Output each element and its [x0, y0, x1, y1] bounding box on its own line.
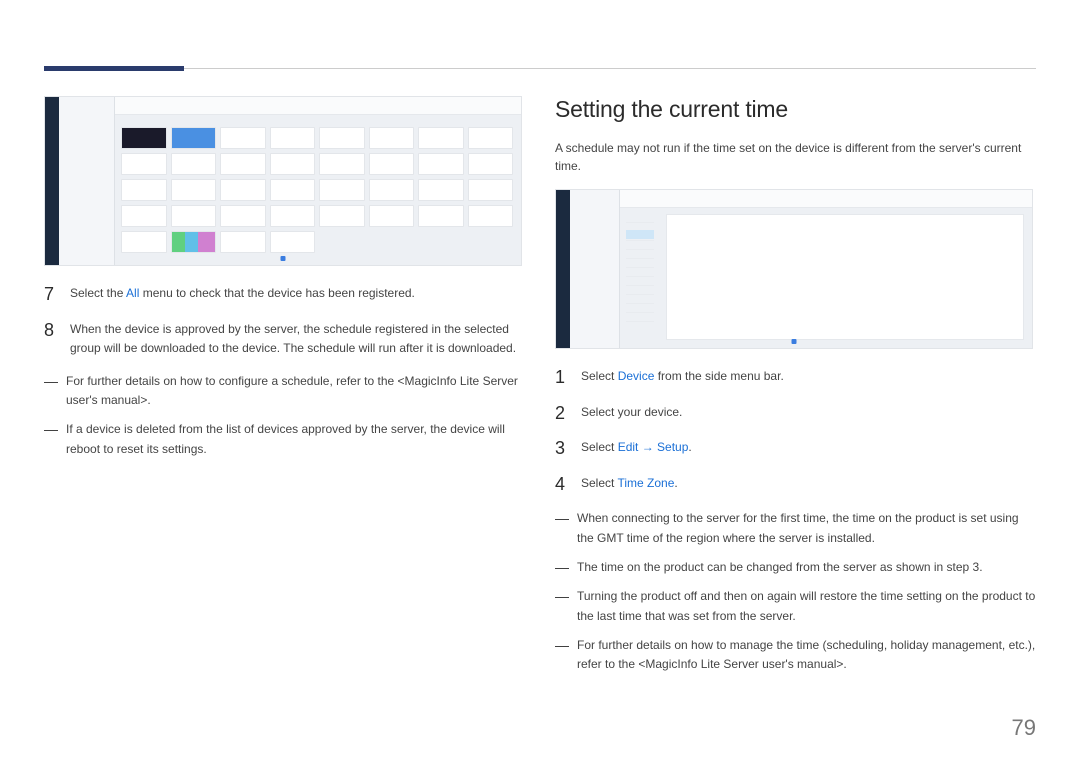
- section-intro: A schedule may not run if the time set o…: [555, 139, 1036, 175]
- header-accent: [44, 66, 184, 71]
- screenshot-navbar: [45, 97, 59, 265]
- note-change-server: ― The time on the product can be changed…: [555, 558, 1036, 578]
- step-8: 8 When the device is approved by the ser…: [44, 320, 525, 358]
- step-number: 8: [44, 320, 58, 358]
- screenshot-form-panel: [666, 214, 1024, 340]
- dash-icon: ―: [44, 420, 58, 458]
- step-text: Select the All menu to check that the de…: [70, 284, 525, 306]
- step-text: Select Time Zone.: [581, 474, 1036, 496]
- step-number: 7: [44, 284, 58, 306]
- right-column: Setting the current time A schedule may …: [555, 96, 1036, 684]
- step-3: 3 Select Edit → Setup.: [555, 438, 1036, 460]
- left-column: 7 Select the All menu to check that the …: [44, 96, 525, 684]
- step-2: 2 Select your device.: [555, 403, 1036, 425]
- link-edit: Edit: [618, 440, 639, 454]
- dash-icon: ―: [555, 587, 569, 625]
- note-device-deleted: ― If a device is deleted from the list o…: [44, 420, 525, 458]
- note-gmt: ― When connecting to the server for the …: [555, 509, 1036, 547]
- step-text: When the device is approved by the serve…: [70, 320, 525, 358]
- screenshot-toolbar: [620, 190, 1032, 208]
- header-rule: [44, 68, 1036, 69]
- step-number: 2: [555, 403, 569, 425]
- right-steps: 1 Select Device from the side menu bar. …: [555, 367, 1036, 495]
- step-text: Select your device.: [581, 403, 1036, 425]
- step-number: 1: [555, 367, 569, 389]
- arrow-icon: →: [638, 440, 657, 454]
- note-power-cycle: ― Turning the product off and then on ag…: [555, 587, 1036, 625]
- link-timezone: Time Zone: [617, 476, 674, 490]
- screenshot-sidepanel: [59, 97, 115, 265]
- screenshot-device-grid: [44, 96, 522, 266]
- note-time-manual: ― For further details on how to manage t…: [555, 636, 1036, 674]
- screenshot-sidepanel: [570, 190, 620, 348]
- step-1: 1 Select Device from the side menu bar.: [555, 367, 1036, 389]
- section-heading: Setting the current time: [555, 96, 1036, 123]
- dash-icon: ―: [555, 558, 569, 578]
- screenshot-pager-dot: [281, 256, 286, 261]
- left-steps: 7 Select the All menu to check that the …: [44, 284, 525, 358]
- dash-icon: ―: [555, 509, 569, 547]
- dash-icon: ―: [44, 372, 58, 410]
- screenshot-time-setup: [555, 189, 1033, 349]
- page-content: 7 Select the All menu to check that the …: [0, 0, 1080, 684]
- step-number: 4: [555, 474, 569, 496]
- step-text: Select Device from the side menu bar.: [581, 367, 1036, 389]
- step-7: 7 Select the All menu to check that the …: [44, 284, 525, 306]
- note-schedule-manual: ― For further details on how to configur…: [44, 372, 525, 410]
- screenshot-row-highlight: [626, 230, 654, 239]
- step-4: 4 Select Time Zone.: [555, 474, 1036, 496]
- link-all: All: [126, 286, 139, 300]
- step-text: Select Edit → Setup.: [581, 438, 1036, 460]
- link-device: Device: [618, 369, 655, 383]
- screenshot-tiles: [121, 127, 513, 253]
- screenshot-toolbar: [115, 97, 521, 115]
- screenshot-navbar: [556, 190, 570, 348]
- screenshot-pager-dot: [792, 339, 797, 344]
- page-number: 79: [1012, 715, 1036, 741]
- step-number: 3: [555, 438, 569, 460]
- link-setup: Setup: [657, 440, 688, 454]
- dash-icon: ―: [555, 636, 569, 674]
